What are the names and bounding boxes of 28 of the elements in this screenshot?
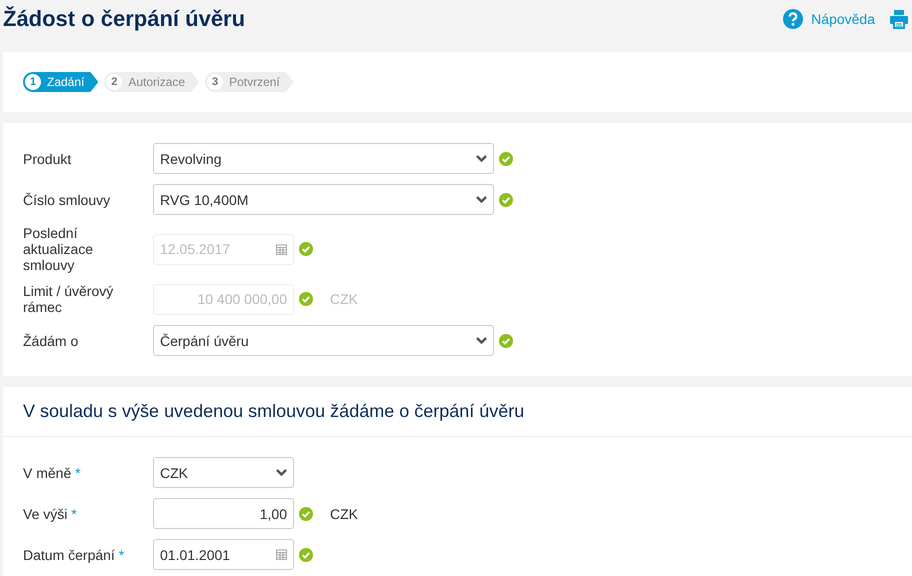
field-label: Datum čerpání *: [23, 546, 126, 562]
dropdown[interactable]: CZK: [153, 457, 294, 488]
step-tab[interactable]: 3 Potvrzení: [205, 72, 294, 92]
section-heading: V souladu s výše uvedenou smlouvou žádáme o čerpání úvěru: [3, 387, 912, 437]
chevron-down-icon: [276, 469, 287, 476]
printer-icon[interactable]: [889, 9, 909, 29]
currency-label: CZK: [330, 506, 358, 522]
field-label: Limit / úvěrový rámec: [23, 283, 114, 315]
chevron-down-icon: [476, 337, 487, 344]
step-tab[interactable]: 2 Autorizace: [104, 72, 200, 92]
chevron-down-icon: [476, 155, 487, 162]
field-label: V měně *: [23, 464, 82, 480]
page-title: Žádost o čerpání úvěru: [3, 6, 246, 32]
calendar-icon: [276, 244, 287, 254]
amount-field[interactable]: 1,00: [153, 498, 294, 529]
chevron-down-icon: [476, 196, 487, 203]
calendar-icon: [276, 549, 287, 560]
dropdown[interactable]: Čerpání úvěru: [153, 325, 494, 356]
dropdown[interactable]: Revolving: [153, 143, 494, 174]
dropdown[interactable]: RVG 10,400M: [153, 184, 494, 215]
currency-label: CZK: [330, 291, 358, 307]
field-label: Poslední aktualizace smlouvy: [23, 225, 94, 273]
field-label: Ve výši *: [23, 506, 78, 522]
field-label: Žádám o: [23, 332, 80, 348]
date-field[interactable]: 01.01.2001: [153, 539, 294, 570]
field-label: Číslo smlouvy: [23, 192, 112, 208]
field-label: Produkt: [23, 150, 72, 166]
help-icon[interactable]: [783, 9, 804, 29]
